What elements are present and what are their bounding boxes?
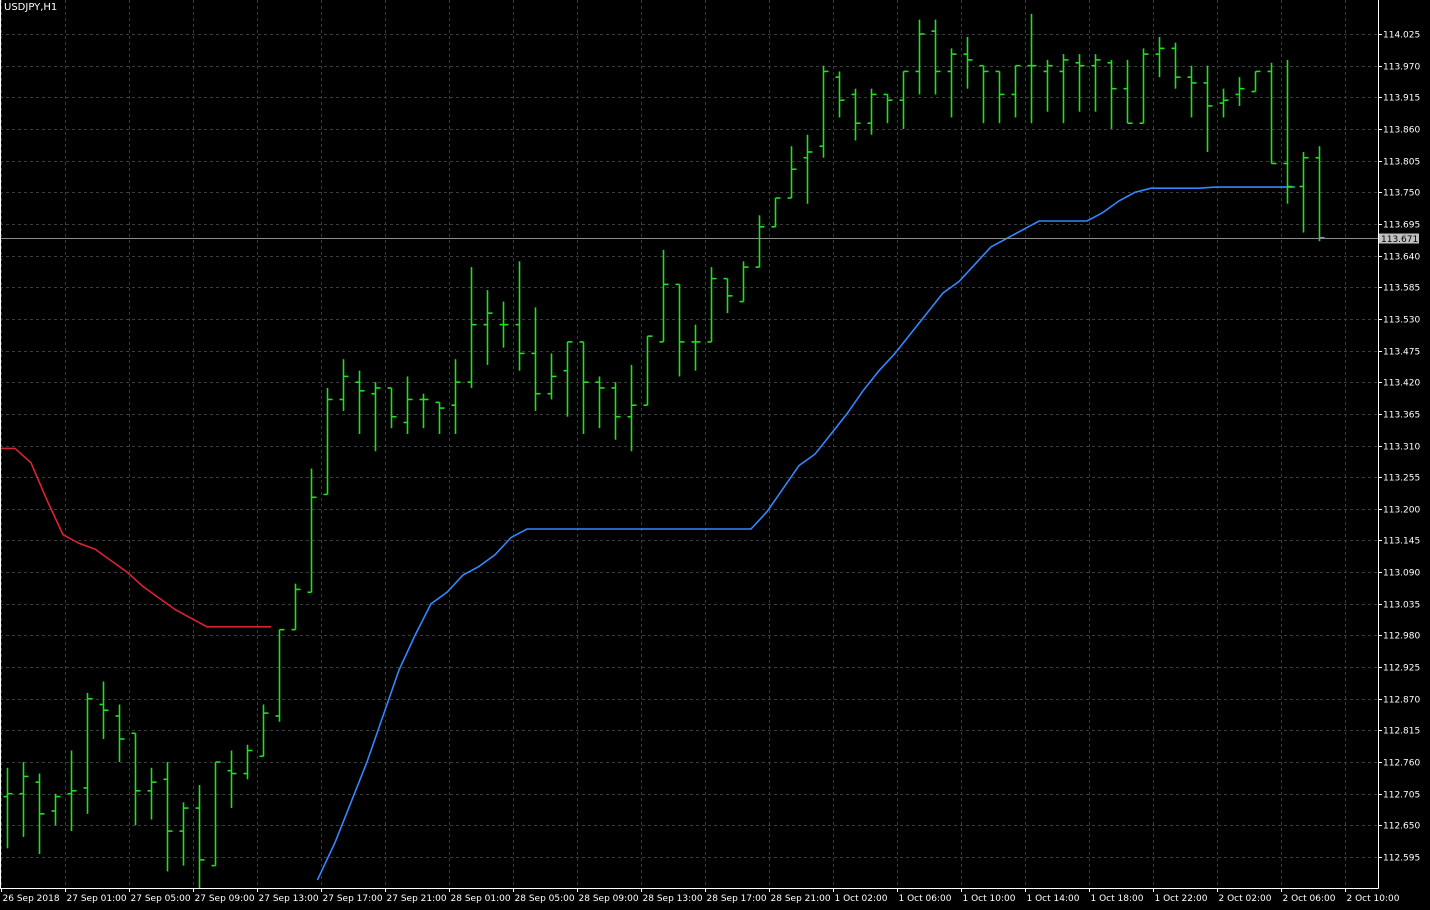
time-tick-label: 28 Sep 05:00 — [515, 894, 575, 904]
price-tick-label: 113.255 — [1383, 474, 1420, 484]
time-tick-label: 28 Sep 13:00 — [643, 894, 703, 904]
time-tick-label: 1 Oct 02:00 — [835, 894, 888, 904]
price-tick-label: 112.815 — [1383, 727, 1420, 737]
time-tick-label: 1 Oct 18:00 — [1091, 894, 1144, 904]
price-tick-label: 113.310 — [1383, 443, 1420, 453]
time-tick-label: 1 Oct 10:00 — [963, 894, 1016, 904]
time-tick-label: 28 Sep 09:00 — [579, 894, 639, 904]
price-tick-label: 113.365 — [1383, 411, 1420, 421]
price-tick-label: 112.650 — [1383, 822, 1420, 832]
price-tick-label: 113.035 — [1383, 601, 1420, 611]
price-tick-label: 113.640 — [1383, 253, 1420, 263]
time-tick-label: 27 Sep 17:00 — [323, 894, 383, 904]
time-tick-label: 2 Oct 02:00 — [1219, 894, 1272, 904]
time-tick-label: 1 Oct 06:00 — [899, 894, 952, 904]
price-tick-label: 113.695 — [1383, 221, 1420, 231]
price-tick-label: 113.475 — [1383, 348, 1420, 358]
price-tick-label: 113.585 — [1383, 284, 1420, 294]
time-tick-label: 27 Sep 05:00 — [131, 894, 191, 904]
current-price-label: 113.671 — [1381, 235, 1418, 245]
symbol-title: USDJPY,H1 — [4, 2, 58, 13]
price-tick-label: 113.530 — [1383, 316, 1420, 326]
time-tick-label: 1 Oct 14:00 — [1027, 894, 1080, 904]
time-tick-label: 2 Oct 10:00 — [1347, 894, 1400, 904]
time-tick-label: 27 Sep 21:00 — [387, 894, 447, 904]
price-tick-label: 113.090 — [1383, 569, 1420, 579]
price-tick-label: 113.145 — [1383, 537, 1420, 547]
price-tick-label: 114.025 — [1383, 31, 1420, 41]
price-tick-label: 112.925 — [1383, 664, 1420, 674]
time-tick-label: 27 Sep 13:00 — [259, 894, 319, 904]
price-tick-label: 113.750 — [1383, 189, 1420, 199]
price-chart[interactable]: 113.671 114.025 113.970 113.915 113.860 113.… — [0, 0, 1430, 910]
price-tick-label: 113.420 — [1383, 379, 1420, 389]
time-tick-label: 27 Sep 09:00 — [195, 894, 255, 904]
time-tick-label: 2 Oct 06:00 — [1283, 894, 1336, 904]
price-tick-label: 113.970 — [1383, 63, 1420, 73]
time-tick-label: 27 Sep 01:00 — [67, 894, 127, 904]
price-tick-label: 112.595 — [1383, 854, 1420, 864]
price-tick-label: 112.705 — [1383, 791, 1420, 801]
price-tick-label: 112.870 — [1383, 696, 1420, 706]
price-tick-label: 112.980 — [1383, 632, 1420, 642]
price-tick-label: 112.760 — [1383, 759, 1420, 769]
price-tick-label: 113.915 — [1383, 94, 1420, 104]
price-tick-label: 113.200 — [1383, 506, 1420, 516]
time-tick-label: 1 Oct 22:00 — [1155, 894, 1208, 904]
price-tick-label: 113.860 — [1383, 126, 1420, 136]
chart-background — [0, 0, 1430, 910]
time-tick-label: 28 Sep 21:00 — [771, 894, 831, 904]
time-tick-label: 28 Sep 01:00 — [451, 894, 511, 904]
price-tick-label: 113.805 — [1383, 158, 1420, 168]
time-tick-label: 28 Sep 17:00 — [707, 894, 767, 904]
time-tick-label: 26 Sep 2018 — [3, 894, 60, 904]
